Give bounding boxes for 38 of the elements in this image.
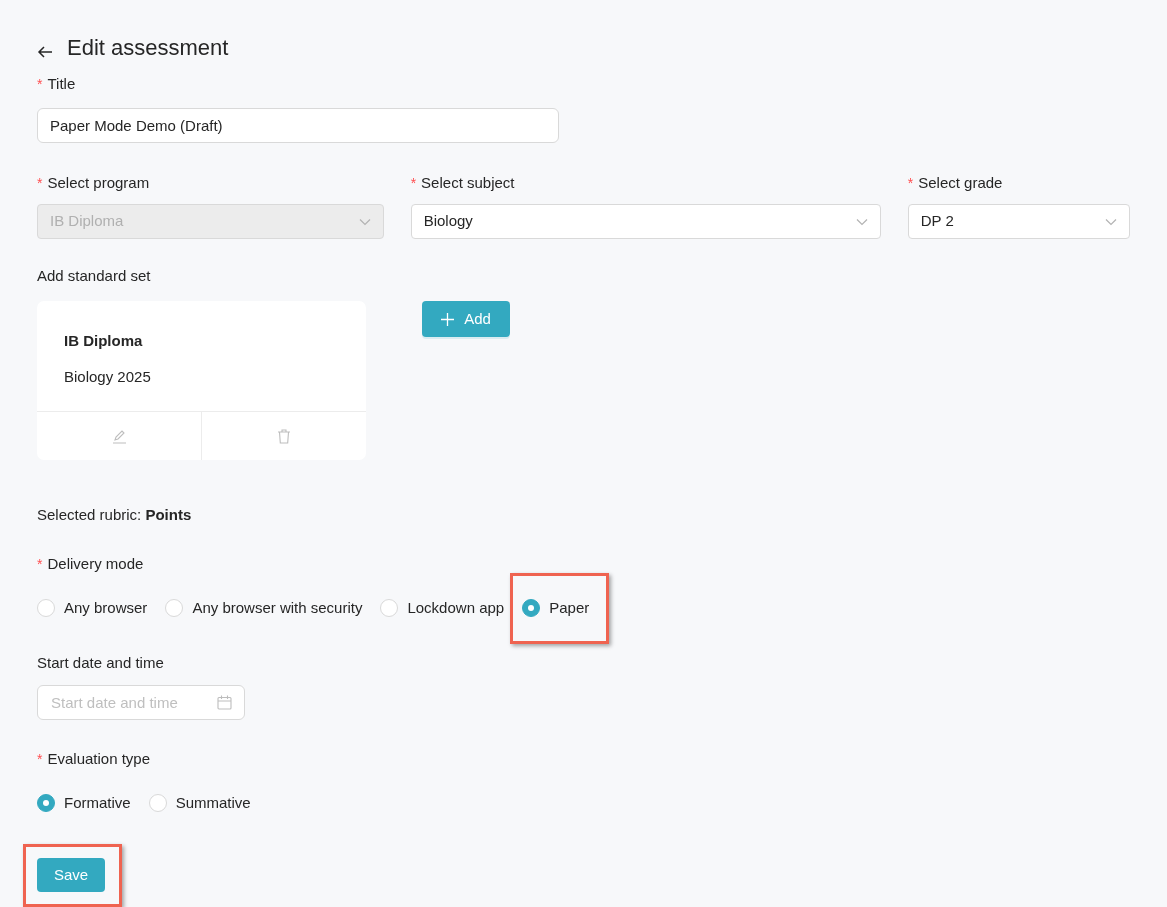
card-title: IB Diploma	[64, 331, 144, 351]
card-subtitle: Biology 2025	[64, 366, 152, 387]
section-label: Add standard set	[37, 266, 152, 286]
radio-button[interactable]	[37, 794, 55, 812]
calendar-icon	[217, 695, 232, 710]
chevron-down-icon	[855, 217, 868, 226]
radio-option[interactable]: Any browser with security	[165, 596, 363, 620]
required-mark: *	[37, 173, 43, 193]
plus-icon	[441, 312, 455, 326]
pencil-icon[interactable]	[111, 428, 127, 444]
page-title: Edit assessment	[67, 34, 229, 62]
field-label: Select program	[47, 172, 150, 193]
radio-button[interactable]	[522, 599, 541, 617]
trash-icon[interactable]	[277, 428, 291, 444]
field-label: Select subject	[421, 172, 515, 193]
required-mark: *	[37, 74, 43, 94]
field-label: Delivery mode	[47, 553, 144, 574]
field-label: Evaluation type	[47, 748, 151, 769]
chevron-down-icon	[1105, 217, 1117, 226]
field-label: Select grade	[918, 172, 1003, 193]
selected-rubric-text: Selected rubric: Points	[37, 505, 193, 525]
back-arrow-icon[interactable]	[37, 44, 53, 60]
field-label: Start date and time	[37, 653, 165, 673]
radio-option[interactable]: Any browser	[37, 596, 148, 620]
chevron-down-icon	[358, 217, 371, 226]
field-label: Title	[47, 73, 76, 94]
required-mark: *	[410, 173, 417, 193]
radio-option[interactable]: Summative	[148, 791, 251, 815]
title-input[interactable]: Paper Mode Demo (Draft)	[37, 108, 559, 143]
required-mark: *	[37, 749, 43, 769]
required-mark: *	[907, 173, 914, 193]
radio-option[interactable]: Paper	[522, 596, 590, 620]
radio-option[interactable]: Lockdown app	[380, 596, 505, 620]
date-time-field[interactable]: Start date and time	[37, 685, 245, 720]
required-mark: *	[37, 554, 43, 574]
select-dropdown[interactable]: Biology	[410, 204, 881, 239]
radio-option[interactable]: Formative	[37, 791, 131, 815]
select-dropdown[interactable]: DP 2	[907, 204, 1130, 239]
